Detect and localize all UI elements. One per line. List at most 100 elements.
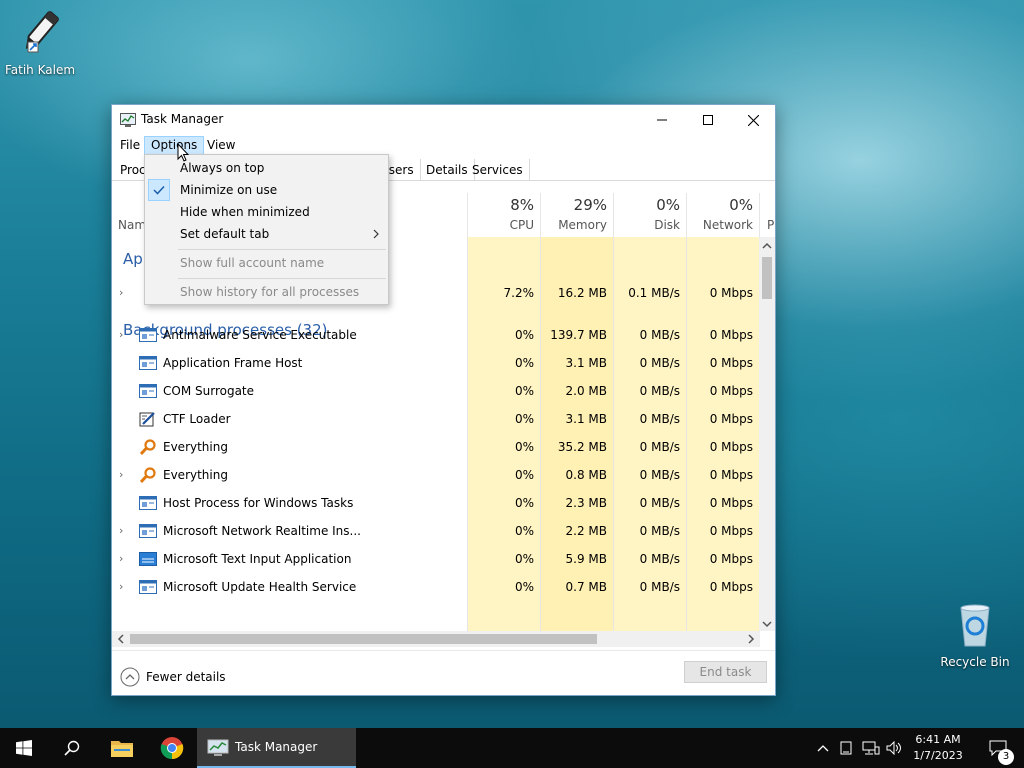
scroll-down-icon[interactable] [759,617,775,631]
desktop-icon-recycle-bin[interactable]: Recycle Bin [935,602,1015,669]
task-manager-icon [120,113,136,127]
network-value: 0 Mbps [709,328,753,342]
disk-value: 0 MB/s [639,496,680,510]
memory-value: 3.1 MB [565,356,607,370]
taskbar-clock[interactable]: 6:41 AM 1/7/2023 [908,732,968,764]
menu-item-show-full-account-name[interactable]: Show full account name [146,252,387,274]
expand-chevron-icon[interactable]: › [119,524,123,537]
chrome-button[interactable] [148,728,196,768]
cpu-value: 0% [514,524,534,538]
menu-file[interactable]: File [114,136,146,155]
memory-value: 0.8 MB [565,468,607,482]
cpu-value: 0% [514,468,534,482]
cpu-label: CPU [509,218,534,232]
table-row[interactable]: › Microsoft Update Health Service 0% 0.7 MB… [112,573,760,601]
disk-value: 0 MB/s [639,524,680,538]
cpu-value: 0% [514,384,534,398]
memory-value: 35.2 MB [557,440,607,454]
show-hidden-icons-button[interactable] [813,728,833,768]
text-input-icon [139,552,157,566]
memory-value: 2.3 MB [565,496,607,510]
menu-item-show-history[interactable]: Show history for all processes [146,281,387,303]
menu-item-hide-when-minimized[interactable]: Hide when minimized [146,201,387,223]
menu-separator [178,249,386,250]
table-row[interactable]: Host Process for Windows Tasks 0% 2.3 MB 0 … [112,489,760,517]
cpu-value: 0% [514,356,534,370]
expand-chevron-icon[interactable]: › [119,580,123,593]
vertical-scrollbar[interactable] [759,237,775,631]
horizontal-scrollbar[interactable] [112,631,760,647]
expand-chevron-icon[interactable]: › [119,328,123,341]
menu-item-minimize-on-use[interactable]: Minimize on use [146,179,387,201]
footer: Fewer details [112,650,775,696]
process-window-icon [139,496,157,510]
table-row[interactable]: › Antimalware Service Executable 0% 139.7 M… [112,321,760,349]
tray-device-button[interactable] [836,728,856,768]
column-header-memory[interactable]: 29% Memory [540,193,613,237]
memory-value: 16.2 MB [557,286,607,300]
start-button[interactable] [0,728,48,768]
table-row[interactable]: Application Frame Host 0% 3.1 MB 0 MB/s 0 Mb… [112,349,760,377]
end-task-button[interactable]: End task [684,661,767,683]
clock-time: 6:41 AM [915,733,961,746]
expand-chevron-icon[interactable]: › [119,552,123,565]
action-center-button[interactable]: 3 [978,728,1018,768]
menu-view[interactable]: View [201,136,241,155]
network-total: 0% [729,196,753,214]
column-header-power[interactable]: P [767,218,774,232]
disk-value: 0 MB/s [639,580,680,594]
tab-services[interactable]: Services [466,159,530,181]
taskbar-task-manager[interactable]: Task Manager [197,728,356,768]
maximize-button[interactable] [685,105,731,135]
scroll-up-icon[interactable] [759,239,775,253]
volume-button[interactable] [884,728,906,768]
desktop-icon-label: Recycle Bin [940,655,1010,669]
scroll-right-icon[interactable] [744,631,758,647]
memory-value: 2.2 MB [565,524,607,538]
menu-item-label: Minimize on use [180,183,278,197]
memory-value: 3.1 MB [565,412,607,426]
table-row[interactable]: CTF Loader 0% 3.1 MB 0 MB/s 0 Mbps [112,405,760,433]
scroll-thumb-horizontal[interactable] [130,634,597,644]
table-row[interactable]: › Microsoft Text Input Application 0% 5.9 M… [112,545,760,573]
menu-item-set-default-tab[interactable]: Set default tab [146,223,387,245]
scroll-left-icon[interactable] [114,631,128,647]
network-value: 0 Mbps [709,580,753,594]
process-name: CTF Loader [163,412,231,426]
column-header-disk[interactable]: 0% Disk [613,193,686,237]
cpu-value: 0% [514,328,534,342]
minimize-button[interactable] [639,105,685,135]
table-row[interactable]: › Everything 0% 0.8 MB 0 MB/s 0 Mbps [112,461,760,489]
memory-value: 5.9 MB [565,552,607,566]
close-icon [747,114,759,126]
folder-icon [111,741,133,757]
process-name: Everything [163,468,228,482]
tablet-icon [840,741,852,755]
network-button[interactable] [860,728,882,768]
clock-date: 1/7/2023 [913,749,963,762]
desktop-icon-fatih-kalem[interactable]: Fatih Kalem [0,8,80,77]
table-row[interactable]: COM Surrogate 0% 2.0 MB 0 MB/s 0 Mbps [112,377,760,405]
title-bar[interactable]: Task Manager [112,105,775,135]
table-row[interactable]: › Microsoft Network Realtime Ins... 0% 2.2 … [112,517,760,545]
close-button[interactable] [730,105,776,135]
column-header-network[interactable]: 0% Network [686,193,759,237]
expand-chevron-icon[interactable]: › [119,286,123,299]
scroll-thumb[interactable] [762,257,772,299]
menu-options[interactable]: Options [144,136,205,155]
expand-chevron-icon[interactable]: › [119,468,123,481]
chevron-up-circle-icon[interactable] [120,667,140,687]
process-name: Microsoft Network Realtime Ins... [163,524,361,538]
process-name: Host Process for Windows Tasks [163,496,354,510]
file-explorer-button[interactable] [98,728,146,768]
process-name: Microsoft Text Input Application [163,552,352,566]
search-button[interactable] [48,728,96,768]
table-row[interactable]: Everything 0% 35.2 MB 0 MB/s 0 Mbps [112,433,760,461]
fewer-details-link[interactable]: Fewer details [146,670,226,684]
column-header-cpu[interactable]: 8% CPU [467,193,540,237]
memory-value: 0.7 MB [565,580,607,594]
taskbar: Task Manager 6:41 AM 1/7/2023 3 [0,728,1024,768]
column-header-name[interactable]: Nam [118,218,146,232]
notification-badge: 3 [998,749,1014,765]
network-icon [862,741,880,755]
